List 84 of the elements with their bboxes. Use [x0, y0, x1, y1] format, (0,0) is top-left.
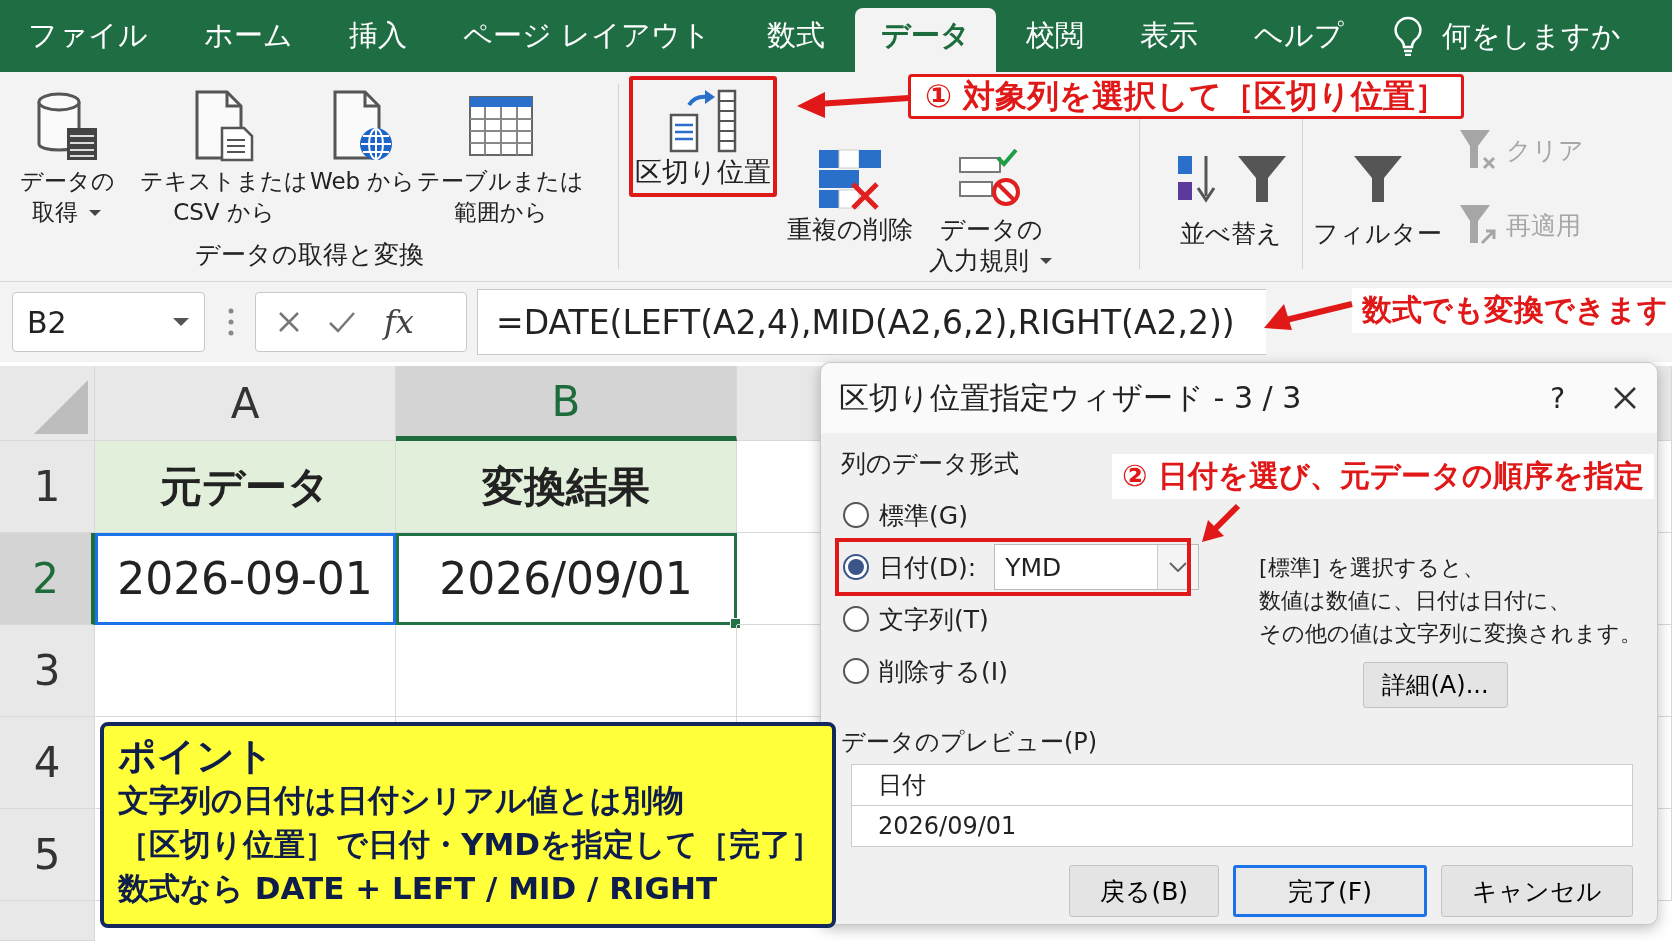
insert-function-button[interactable]: fx [384, 303, 414, 341]
radio-label[interactable]: 日付(D): [879, 550, 977, 584]
row-header[interactable]: 5 [0, 809, 95, 901]
radio-button[interactable] [843, 502, 869, 528]
radio-button[interactable] [843, 554, 869, 580]
database-button[interactable]: データの 取得 [8, 76, 126, 238]
dialog-button[interactable]: キャンセル [1441, 865, 1633, 917]
row-header[interactable]: 4 [0, 717, 95, 809]
pointer-arrow [1200, 502, 1242, 544]
funnel-reapply-icon [1458, 203, 1498, 247]
select-all-icon [32, 378, 90, 436]
radio-label[interactable]: 標準(G) [879, 498, 968, 532]
formula-field[interactable]: =DATE(LEFT(A2,4),MID(A2,6,2),RIGHT(A2,2)) [477, 289, 1266, 355]
row-header[interactable]: 1 [0, 441, 95, 533]
help-button[interactable]: ? [1550, 381, 1565, 415]
section-label: 列のデータ形式 [841, 448, 1019, 480]
filter-button[interactable]: フィルター [1307, 128, 1448, 281]
drag-handle-icon [227, 307, 235, 337]
split-columns-icon [667, 87, 739, 155]
dropdown-icon [172, 317, 190, 327]
column-header[interactable]: A [95, 366, 396, 441]
ribbon-tab[interactable]: ホーム [178, 8, 319, 72]
advanced-button[interactable]: 詳細(A)... [1363, 662, 1508, 708]
row-header[interactable]: 3 [0, 625, 95, 717]
group-label: データの取得と変換 [193, 239, 425, 271]
text-file-button[interactable]: テキストまたは CSV から [139, 76, 309, 238]
preview-cell-text: 2026/09/01 [877, 811, 1018, 842]
web-file-button[interactable]: Web から [309, 76, 417, 207]
table-button[interactable]: テーブルまたは 範囲から [416, 76, 586, 238]
sort-button[interactable]: 並べ替え [1168, 128, 1294, 281]
lightbulb-icon [1394, 16, 1423, 56]
note-text: ［区切り位置］で日付・YMDを指定して［完了］ [118, 825, 818, 864]
dialog-button[interactable]: 戻る(B) [1069, 865, 1220, 917]
ribbon-tab[interactable]: ファイル [2, 8, 174, 72]
format-dropdown[interactable]: YMD [994, 544, 1200, 590]
column-header[interactable]: B [396, 366, 737, 441]
ribbon-tab[interactable]: 表示 [1114, 8, 1225, 72]
caret-icon [1039, 256, 1053, 265]
name-box[interactable]: B2 [12, 292, 205, 352]
description-text: 数値は数値に、日付は日付に、 [1259, 587, 1571, 615]
radio-button[interactable] [843, 606, 869, 632]
table-icon [467, 95, 534, 157]
radio-label[interactable]: 削除する(I) [879, 654, 1008, 688]
close-icon [1613, 386, 1637, 410]
remove-duplicates-button[interactable]: 重複の削除 [781, 134, 919, 255]
section-label: データのプレビュー(P) [841, 727, 1099, 758]
ribbon-tab[interactable]: 挿入 [323, 8, 433, 72]
chevron-down-icon [1169, 562, 1188, 572]
note-text: 数式なら DATE + LEFT / MID / RIGHT [118, 869, 719, 908]
cancel-icon [278, 311, 300, 333]
ribbon-tab[interactable]: ヘルプ [1228, 8, 1371, 72]
database-icon [35, 90, 99, 162]
header-cell[interactable]: 元データ [95, 441, 396, 533]
ribbon-tab[interactable]: ページ レイアウト [437, 8, 738, 72]
dialog-button[interactable]: 完了(F) [1233, 865, 1427, 917]
callout-text: 数式でも変換できます [1352, 288, 1672, 333]
caret-icon [88, 208, 102, 217]
radio-button[interactable] [843, 658, 869, 684]
table-cell[interactable]: 2026-09-01 [95, 533, 396, 625]
tell-me-field[interactable]: 何をしますか [1440, 18, 1665, 54]
document-icon [194, 90, 254, 162]
remove-duplicates-icon [817, 148, 883, 210]
document-globe-icon [331, 90, 394, 162]
text-to-columns-button[interactable]: 区切り位置 [629, 76, 777, 197]
fill-handle[interactable] [730, 618, 741, 629]
callout-text: ① 対象列を選択して［区切り位置］ [908, 74, 1465, 120]
checkmark-icon [328, 311, 356, 333]
radio-label[interactable]: 文字列(T) [879, 602, 989, 636]
preview-header: 日付 [852, 765, 1632, 806]
funnel-clear-icon [1458, 128, 1498, 172]
ribbon-tab[interactable]: 校閲 [1000, 8, 1111, 72]
note-title: ポイント [118, 734, 275, 778]
row-header[interactable]: 2 [0, 533, 95, 625]
description-text: [標準] を選択すると、 [1259, 554, 1486, 582]
dialog-title: 区切り位置指定ウィザード - 3 / 3 [839, 378, 1303, 417]
ribbon-tab[interactable]: 数式 [741, 8, 852, 72]
description-text: その他の値は文字列に変換されます。 [1259, 620, 1642, 648]
table-cell[interactable]: 2026/09/01 [396, 533, 737, 625]
validation-button[interactable]: データの 入力規則 [923, 134, 1059, 286]
note-text: 文字列の日付は日付シリアル値とは別物 [118, 781, 685, 820]
empty-cell[interactable] [396, 625, 737, 717]
callout-text: ② 日付を選び、元データの順序を指定 [1112, 454, 1654, 499]
header-cell[interactable]: 変換結果 [396, 441, 737, 533]
ribbon-tab[interactable]: データ [855, 8, 997, 72]
